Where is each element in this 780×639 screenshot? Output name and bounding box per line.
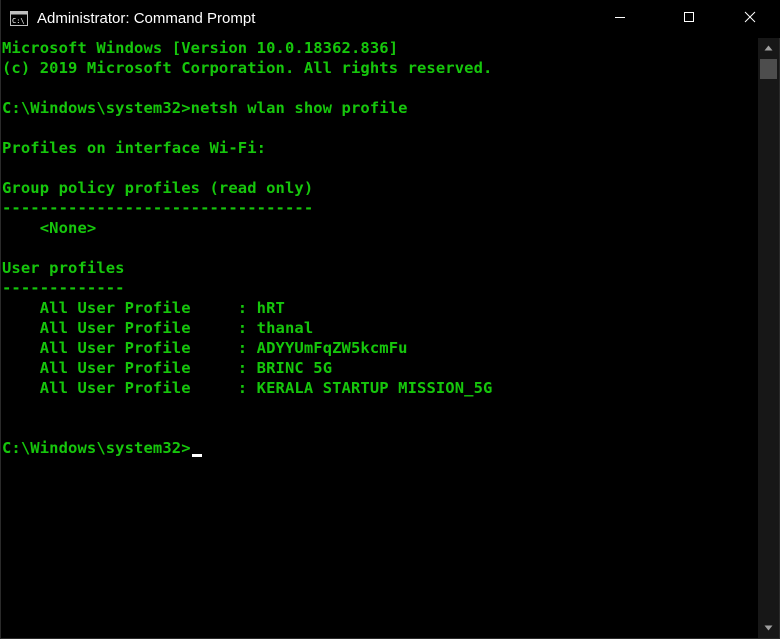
profile-label: All User Profile : <box>2 319 257 337</box>
list-item: All User Profile : ADYYUmFqZW5kcmFu <box>2 338 408 358</box>
command-prompt-path: C:\Windows\system32> <box>2 99 191 117</box>
profile-label: All User Profile : <box>2 339 257 357</box>
current-prompt-path: C:\Windows\system32> <box>2 439 191 457</box>
user-profiles-heading: User profiles <box>2 259 125 277</box>
vertical-scrollbar[interactable] <box>758 38 779 638</box>
maximize-icon <box>683 10 695 28</box>
group-policy-heading: Group policy profiles (read only) <box>2 179 314 197</box>
current-prompt-line[interactable]: C:\Windows\system32> <box>2 438 202 458</box>
title-bar[interactable]: C:\ Administrator: Command Prompt <box>1 0 780 38</box>
maximize-button[interactable] <box>666 0 712 38</box>
list-item: All User Profile : hRT <box>2 298 285 318</box>
interface-heading: Profiles on interface Wi-Fi: <box>2 139 267 157</box>
command-line: C:\Windows\system32>netsh wlan show prof… <box>2 98 408 118</box>
profile-label: All User Profile : <box>2 359 257 377</box>
close-icon <box>744 10 756 28</box>
minimize-icon <box>614 10 626 28</box>
window-title: Administrator: Command Prompt <box>37 10 256 27</box>
text-cursor <box>191 454 202 457</box>
scroll-down-arrow-icon[interactable] <box>758 618 779 638</box>
scrollbar-thumb[interactable] <box>760 59 777 79</box>
profile-label: All User Profile : <box>2 379 257 397</box>
version-line: Microsoft Windows [Version 10.0.18362.83… <box>2 39 399 57</box>
list-item: All User Profile : BRINC 5G <box>2 358 332 378</box>
group-policy-underline: --------------------------------- <box>2 199 314 217</box>
command-prompt-window: C:\ Administrator: Command Prompt Micros… <box>0 0 780 639</box>
profile-label: All User Profile : <box>2 299 257 317</box>
user-profiles-underline: ------------- <box>2 279 125 297</box>
profile-name: BRINC 5G <box>256 359 333 377</box>
close-button[interactable] <box>727 0 773 38</box>
list-item: All User Profile : KERALA STARTUP MISSIO… <box>2 378 493 398</box>
console-output[interactable]: Microsoft Windows [Version 10.0.18362.83… <box>2 38 757 638</box>
command-text: netsh wlan show profile <box>190 99 408 117</box>
svg-text:C:\: C:\ <box>12 17 25 25</box>
group-policy-value: <None> <box>2 219 97 237</box>
copyright-line: (c) 2019 Microsoft Corporation. All righ… <box>2 59 493 77</box>
scroll-up-arrow-icon[interactable] <box>758 38 779 58</box>
list-item: All User Profile : thanal <box>2 318 313 338</box>
profile-name: hRT <box>256 299 285 317</box>
profile-name: ADYYUmFqZW5kcmFu <box>256 339 408 357</box>
cmd-icon: C:\ <box>10 11 28 26</box>
profile-name: KERALA STARTUP MISSION_5G <box>256 379 493 397</box>
profile-name: thanal <box>256 319 314 337</box>
minimize-button[interactable] <box>597 0 643 38</box>
